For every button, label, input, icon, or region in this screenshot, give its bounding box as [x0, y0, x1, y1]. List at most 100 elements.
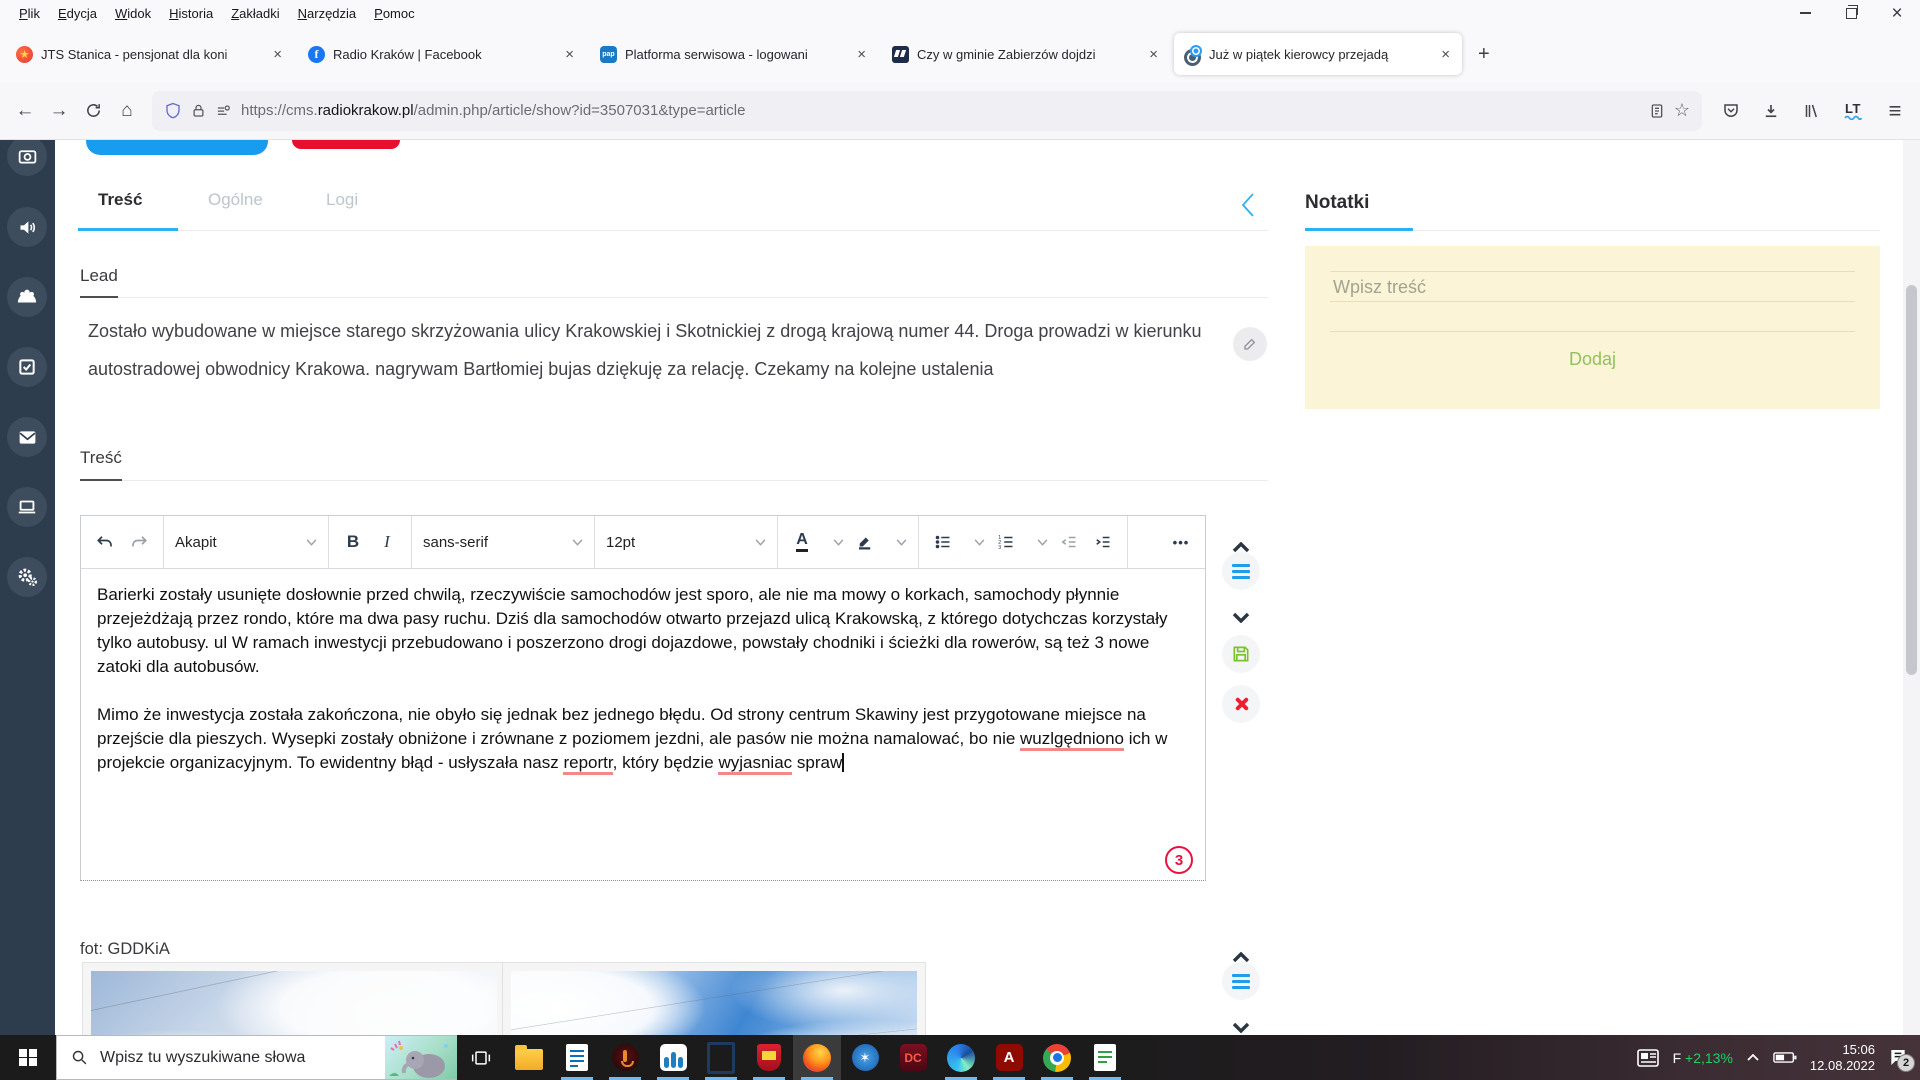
taskbar-file-explorer[interactable] — [505, 1035, 553, 1080]
tab-close-icon[interactable]: × — [271, 46, 284, 63]
taskbar-writer[interactable] — [553, 1035, 601, 1080]
sidebar-tasks-button[interactable] — [7, 347, 47, 387]
tab-zabierzow[interactable]: Czy w gminie Zabierzów dojdzi × — [882, 33, 1170, 75]
tab-close-icon[interactable]: × — [1439, 46, 1452, 63]
forward-button[interactable]: → — [42, 94, 76, 128]
tab-ogolne[interactable]: Ogólne — [208, 190, 263, 210]
photo-thumbnail-1[interactable] — [82, 962, 506, 1035]
fontsize-dropdown[interactable]: 12pt — [595, 516, 778, 568]
chevron-down-icon[interactable] — [896, 539, 907, 546]
move-photos-down-button[interactable] — [1222, 1008, 1260, 1035]
redo-button[interactable] — [126, 526, 152, 558]
chevron-down-icon[interactable] — [974, 539, 985, 546]
tab-close-icon[interactable]: × — [563, 46, 576, 63]
url-bar[interactable]: https://cms.radiokrakow.pl/admin.php/art… — [152, 91, 1702, 131]
collapse-panel-button[interactable] — [1240, 192, 1256, 218]
outdent-button[interactable] — [1056, 526, 1082, 558]
back-button[interactable]: ← — [8, 94, 42, 128]
downloads-button[interactable] — [1754, 94, 1788, 128]
photo-thumbnail-2[interactable] — [502, 962, 926, 1035]
close-button[interactable]: × — [1874, 0, 1920, 26]
primary-action-button-cut[interactable] — [86, 140, 268, 155]
notification-center-button[interactable]: 2 — [1888, 1048, 1908, 1067]
undo-button[interactable] — [92, 526, 118, 558]
menu-pomoc[interactable]: Pomoc — [365, 3, 423, 24]
page-scrollbar[interactable] — [1903, 140, 1920, 1035]
bullet-list-button[interactable] — [930, 526, 956, 558]
taskbar-calc[interactable] — [1081, 1035, 1129, 1080]
font-dropdown[interactable]: sans-serif — [412, 516, 595, 568]
taskbar-edge[interactable] — [937, 1035, 985, 1080]
new-tab-button[interactable]: + — [1466, 39, 1502, 70]
permissions-icon[interactable] — [215, 103, 232, 118]
url-text[interactable]: https://cms.radiokrakow.pl/admin.php/art… — [241, 102, 1640, 119]
sidebar-mail-button[interactable] — [7, 417, 47, 457]
taskbar-audacity[interactable] — [601, 1035, 649, 1080]
tab-close-icon[interactable]: × — [855, 46, 868, 63]
chevron-down-icon[interactable] — [1037, 539, 1048, 546]
bold-button[interactable]: B — [340, 526, 366, 558]
lock-icon[interactable] — [191, 103, 206, 119]
tab-active-cms-article[interactable]: Już w piątek kierowcy przejadą × — [1174, 33, 1462, 75]
format-dropdown[interactable]: Akapit — [164, 516, 329, 568]
sidebar-devices-button[interactable] — [7, 487, 47, 527]
indent-button[interactable] — [1090, 526, 1116, 558]
menu-plik[interactable]: Plik — [10, 3, 49, 24]
menu-zakladki[interactable]: Zakładki — [222, 3, 288, 24]
editor-content[interactable]: Barierki zostały usunięte dosłownie prze… — [81, 569, 1205, 813]
lead-text[interactable]: Zostało wybudowane w miejsce starego skr… — [88, 312, 1233, 388]
tab-tresc[interactable]: Treść — [98, 190, 142, 210]
tab-platforma-serwisowa[interactable]: pap Platforma serwisowa - logowani × — [590, 33, 878, 75]
home-button[interactable]: ⌂ — [110, 94, 144, 128]
languagetool-extension-button[interactable]: LT — [1836, 94, 1870, 128]
highlight-color-button[interactable] — [852, 526, 878, 558]
chevron-down-icon[interactable] — [833, 539, 844, 546]
reader-mode-icon[interactable] — [1649, 103, 1665, 119]
delete-block-button[interactable] — [1222, 685, 1260, 723]
photos-menu-button[interactable] — [1222, 962, 1260, 1000]
taskbar-acrobat[interactable]: A — [985, 1035, 1033, 1080]
taskbar-compass-app[interactable]: ✶ — [841, 1035, 889, 1080]
tracking-shield-icon[interactable] — [164, 102, 182, 120]
tab-close-icon[interactable]: × — [1147, 46, 1160, 63]
scrollbar-thumb[interactable] — [1906, 285, 1917, 675]
task-view-button[interactable] — [457, 1035, 505, 1080]
taskbar-device-app[interactable] — [697, 1035, 745, 1080]
bookmark-star-icon[interactable]: ☆ — [1674, 100, 1690, 121]
tray-expand-chevron-icon[interactable] — [1746, 1053, 1760, 1062]
taskbar-blue-people-app[interactable] — [649, 1035, 697, 1080]
save-block-button[interactable] — [1222, 635, 1260, 673]
minimize-button[interactable] — [1782, 0, 1828, 26]
taskbar-firefox[interactable] — [793, 1035, 841, 1080]
pocket-button[interactable] — [1714, 94, 1748, 128]
restore-button[interactable] — [1828, 0, 1874, 26]
menu-historia[interactable]: Historia — [160, 3, 222, 24]
italic-button[interactable]: I — [374, 526, 400, 558]
tab-jts-stanica[interactable]: ★ JTS Stanica - pensjonat dla koni × — [6, 33, 294, 75]
sidebar-users-button[interactable] — [7, 277, 47, 317]
sidebar-media-button[interactable] — [7, 140, 47, 176]
sidebar-settings-button[interactable] — [7, 557, 47, 597]
sidebar-audio-button[interactable] — [7, 207, 47, 247]
taskbar-chrome[interactable] — [1033, 1035, 1081, 1080]
numbered-list-button[interactable]: 123 — [993, 526, 1019, 558]
tab-logi[interactable]: Logi — [326, 190, 358, 210]
battery-icon[interactable] — [1773, 1051, 1797, 1064]
add-note-button[interactable]: Dodaj — [1305, 349, 1880, 370]
start-button[interactable] — [0, 1035, 56, 1080]
news-widget-icon[interactable] — [1636, 1048, 1660, 1068]
move-block-down-button[interactable] — [1222, 598, 1260, 636]
tab-facebook[interactable]: f Radio Kraków | Facebook × — [298, 33, 586, 75]
text-color-button[interactable]: A — [789, 526, 815, 558]
secondary-action-button-cut[interactable] — [292, 140, 400, 149]
menu-widok[interactable]: Widok — [106, 3, 160, 24]
menu-edycja[interactable]: Edycja — [49, 3, 106, 24]
app-menu-button[interactable]: ≡ — [1878, 94, 1912, 128]
more-tools-button[interactable]: ••• — [1168, 526, 1194, 558]
edit-lead-button[interactable] — [1233, 327, 1267, 361]
block-menu-button[interactable] — [1222, 552, 1260, 590]
taskbar-double-commander[interactable]: DC — [889, 1035, 937, 1080]
spellcheck-error-count-badge[interactable]: 3 — [1165, 846, 1193, 874]
ticker[interactable]: F +2,13% — [1673, 1050, 1733, 1066]
note-input[interactable] — [1331, 273, 1854, 302]
